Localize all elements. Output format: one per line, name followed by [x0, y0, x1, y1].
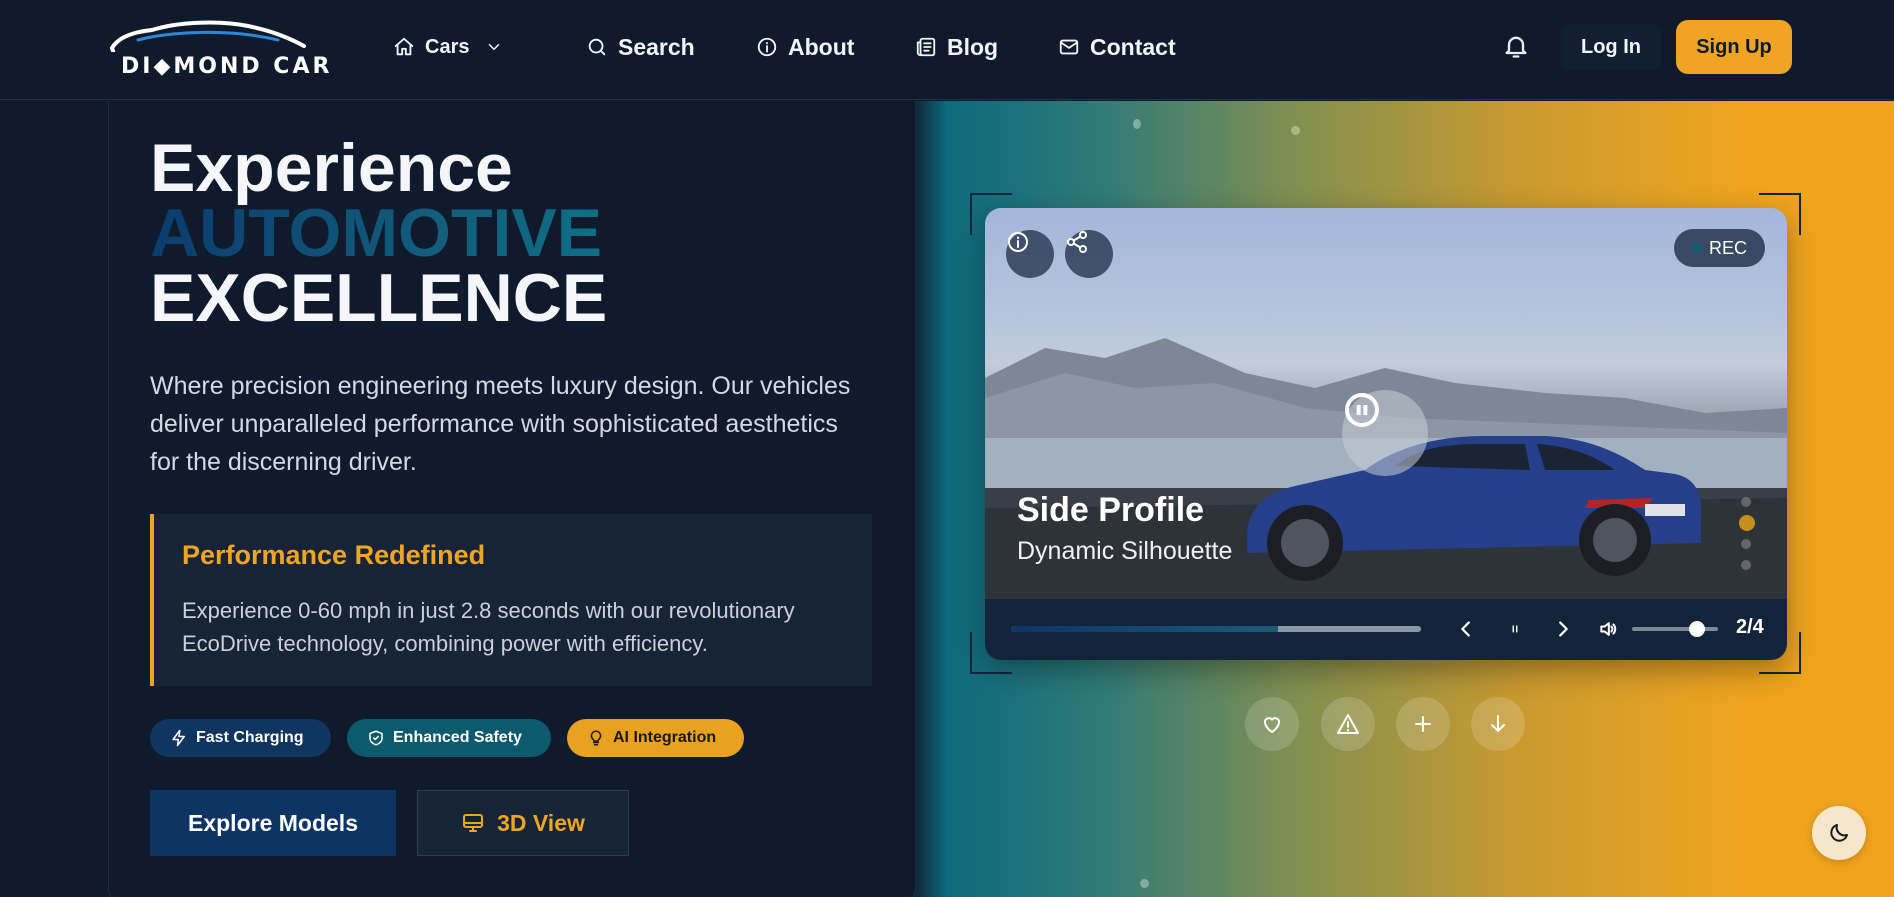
brand-name: DI◆MOND CAR — [121, 54, 333, 79]
nav-search[interactable]: Search — [586, 28, 695, 66]
theme-toggle-button[interactable] — [1812, 806, 1866, 860]
nav-about[interactable]: About — [756, 28, 854, 66]
arrow-down-icon — [1491, 715, 1505, 732]
decor-dot — [1133, 119, 1141, 129]
notifications-button[interactable] — [1502, 32, 1532, 62]
slide-counter: 2/4 — [1736, 616, 1764, 638]
pause-circle-icon — [1345, 393, 1379, 427]
top-navbar: DI◆MOND CAR Cars Search About Blog Conta… — [0, 0, 1894, 100]
shield-check-icon — [369, 730, 383, 746]
feature-card-title: Performance Redefined — [182, 540, 486, 570]
car-silhouette-logo-icon — [110, 20, 306, 55]
brand-logo[interactable]: DI◆MOND CAR — [108, 18, 329, 79]
next-button[interactable] — [1550, 616, 1576, 642]
feature-card-body: Experience 0-60 mph in just 2.8 seconds … — [182, 598, 795, 656]
rec-label: REC — [1708, 237, 1747, 258]
chip-enhanced-safety[interactable]: Enhanced Safety — [347, 719, 551, 757]
previous-button[interactable] — [1453, 616, 1479, 642]
zap-icon — [172, 729, 185, 747]
nav-cars[interactable]: Cars — [393, 28, 503, 66]
chip-label: Fast Charging — [196, 729, 304, 746]
moon-icon — [1830, 824, 1848, 842]
download-button[interactable] — [1471, 697, 1525, 751]
chevron-right-icon — [1559, 621, 1568, 637]
progress-bar[interactable] — [1011, 626, 1421, 632]
share-icon — [1067, 231, 1087, 253]
nav-blog-label: Blog — [947, 33, 999, 60]
nav-contact[interactable]: Contact — [1058, 28, 1176, 66]
chevron-down-icon — [489, 44, 500, 50]
bell-icon — [1505, 36, 1527, 58]
mail-icon — [1059, 39, 1079, 55]
volume-slider[interactable] — [1632, 627, 1718, 631]
warning-button[interactable] — [1321, 697, 1375, 751]
volume-icon — [1600, 622, 1617, 636]
nav-cars-label: Cars — [425, 35, 470, 58]
heart-icon — [1264, 717, 1280, 733]
nav-search-label: Search — [618, 33, 695, 60]
decor-dot — [1291, 126, 1300, 135]
rec-indicator-dot — [1691, 243, 1701, 253]
hero-title-line1: Experience — [150, 130, 513, 206]
plus-icon — [1415, 716, 1431, 732]
chip-fast-charging[interactable]: Fast Charging — [150, 719, 331, 757]
3d-view-label: 3D View — [497, 809, 585, 836]
slide-subtitle: Dynamic Silhouette — [1017, 537, 1233, 565]
alert-triangle-icon — [1337, 714, 1359, 734]
search-icon — [588, 38, 606, 56]
monitor-icon — [463, 814, 484, 832]
add-button[interactable] — [1396, 697, 1450, 751]
hero-lead: Where precision engineering meets luxury… — [150, 372, 851, 476]
nav-about-label: About — [788, 33, 855, 60]
pause-icon — [1512, 625, 1518, 633]
slide-dot[interactable] — [1741, 560, 1751, 570]
chip-label: AI Integration — [613, 729, 717, 746]
volume-slider-handle[interactable] — [1688, 621, 1705, 637]
login-button[interactable]: Log In — [1561, 24, 1661, 70]
pause-button[interactable] — [1502, 616, 1528, 642]
volume-button[interactable] — [1595, 616, 1621, 642]
slide-dot[interactable] — [1741, 539, 1751, 549]
info-button[interactable] — [1006, 230, 1054, 278]
car-side-profile-image[interactable]: REC Side Profile Dynamic Silhouette — [985, 208, 1787, 599]
home-icon — [394, 37, 414, 56]
lightbulb-icon — [590, 730, 602, 746]
3d-view-button[interactable]: 3D View — [417, 790, 629, 856]
chip-ai-integration[interactable]: AI Integration — [567, 719, 744, 757]
decor-dot — [1140, 879, 1149, 888]
progress-fill — [1011, 626, 1278, 632]
rec-badge: REC — [1674, 229, 1765, 267]
chip-label: Enhanced Safety — [393, 729, 522, 746]
hero-title-line2: AUTOMOTIVE — [150, 195, 603, 271]
nav-blog[interactable]: Blog — [915, 28, 998, 66]
nav-contact-label: Contact — [1090, 33, 1176, 60]
explore-models-button[interactable]: Explore Models — [150, 790, 396, 856]
pause-overlay-button[interactable] — [1342, 390, 1428, 476]
share-button[interactable] — [1065, 230, 1113, 278]
info-icon — [1008, 232, 1028, 252]
slide-dot[interactable] — [1739, 515, 1755, 531]
slide-dot[interactable] — [1741, 497, 1751, 507]
signup-button[interactable]: Sign Up — [1676, 20, 1792, 74]
newspaper-icon — [916, 37, 936, 57]
hero-title-line3: EXCELLENCE — [150, 260, 608, 336]
favorite-button[interactable] — [1245, 697, 1299, 751]
media-player: REC Side Profile Dynamic Silhouette 2/4 — [985, 208, 1787, 660]
slide-title: Side Profile — [1017, 491, 1205, 529]
chevron-left-icon — [1461, 621, 1470, 637]
info-icon — [757, 37, 777, 57]
